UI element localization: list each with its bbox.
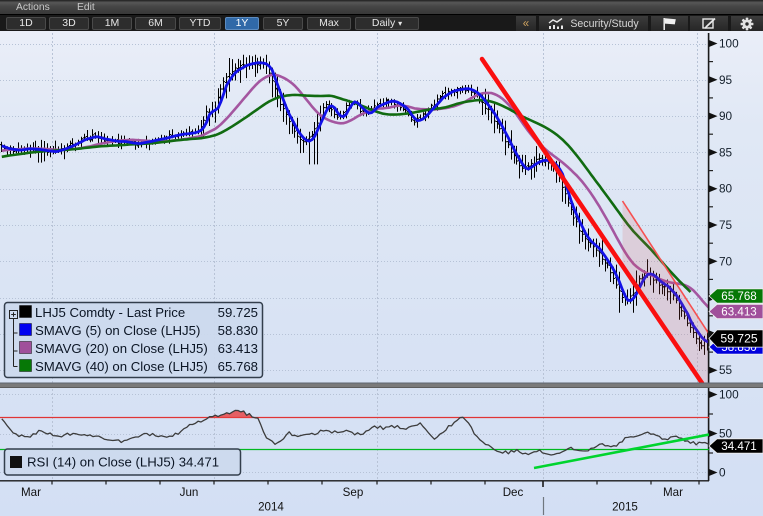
- svg-text:58.830: 58.830: [218, 323, 258, 338]
- svg-text:Mar: Mar: [21, 486, 41, 499]
- svg-text:SMAVG (20) on Close (LHJ5): SMAVG (20) on Close (LHJ5): [35, 341, 208, 356]
- svg-text:65.768: 65.768: [218, 359, 258, 374]
- svg-text:Sep: Sep: [343, 486, 364, 499]
- svg-text:55: 55: [719, 363, 733, 377]
- svg-text:SMAVG (5) on Close (LHJ5): SMAVG (5) on Close (LHJ5): [35, 323, 200, 338]
- svg-text:75: 75: [719, 218, 733, 232]
- svg-text:80: 80: [719, 182, 733, 196]
- svg-text:95: 95: [719, 73, 733, 87]
- svg-text:LHJ5 Comdty - Last Price: LHJ5 Comdty - Last Price: [35, 305, 185, 320]
- svg-text:34.471: 34.471: [721, 440, 756, 453]
- svg-text:70: 70: [719, 254, 733, 268]
- svg-text:85: 85: [719, 145, 733, 159]
- svg-text:0: 0: [719, 466, 726, 480]
- svg-text:2014: 2014: [258, 501, 284, 514]
- svg-text:Jun: Jun: [180, 486, 199, 499]
- svg-text:65.768: 65.768: [721, 290, 756, 303]
- svg-text:100: 100: [719, 388, 739, 402]
- svg-text:63.413: 63.413: [721, 306, 756, 319]
- svg-text:Mar: Mar: [663, 486, 683, 499]
- svg-text:63.413: 63.413: [218, 341, 258, 356]
- svg-text:Dec: Dec: [503, 486, 524, 499]
- svg-text:59.725: 59.725: [218, 305, 258, 320]
- svg-text:RSI (14) on Close (LHJ5) 34.47: RSI (14) on Close (LHJ5) 34.471: [27, 455, 219, 470]
- svg-text:100: 100: [719, 37, 739, 51]
- svg-text:90: 90: [719, 109, 733, 123]
- svg-text:2015: 2015: [612, 501, 638, 514]
- svg-text:SMAVG (40) on Close (LHJ5): SMAVG (40) on Close (LHJ5): [35, 359, 208, 374]
- svg-text:59.725: 59.725: [720, 332, 757, 346]
